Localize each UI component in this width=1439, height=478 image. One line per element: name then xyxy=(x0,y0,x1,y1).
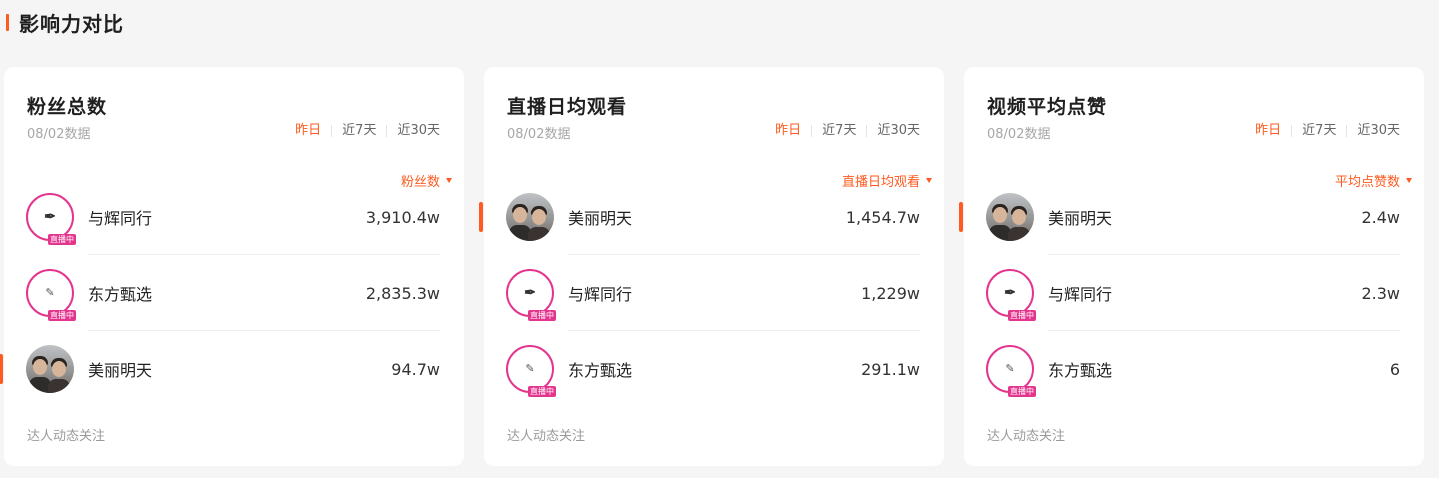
avatar[interactable]: ✒ 直播中 xyxy=(506,269,556,321)
card-title: 视频平均点赞 xyxy=(987,96,1108,118)
rank-row[interactable]: ✎ 直播中 东方甄选 291.1w xyxy=(484,331,944,407)
metric-value: 94.7w xyxy=(391,359,440,379)
comparison-cards: 粉丝总数 08/02数据 昨日 近7天 近30天 粉丝数 ✒ 直播中 与辉同行 3,910.4… xyxy=(0,67,1424,466)
rank-row[interactable]: ✎ 直播中 东方甄选 6 xyxy=(964,331,1424,407)
period-tab[interactable]: 近30天 xyxy=(1347,123,1400,139)
follow-updates-link[interactable]: 达人动态关注 xyxy=(27,425,105,444)
live-badge: 直播中 xyxy=(1008,310,1036,321)
creator-name[interactable]: 美丽明天 xyxy=(88,357,391,381)
metric-value: 3,910.4w xyxy=(365,207,440,227)
rank-row[interactable]: 美丽明天 1,454.7w xyxy=(479,179,944,255)
metric-value: 2.3w xyxy=(1361,283,1400,303)
metric-card: 直播日均观看 08/02数据 昨日 近7天 近30天 直播日均观看 美丽明天 1,454.… xyxy=(479,67,944,466)
avatar-photo xyxy=(506,193,554,241)
avatar[interactable] xyxy=(986,193,1034,241)
creator-name[interactable]: 美丽明天 xyxy=(568,205,846,229)
card-date: 08/02数据 xyxy=(987,127,1051,142)
metric-card: 视频平均点赞 08/02数据 昨日 近7天 近30天 平均点赞数 美丽明天 2.4w ✒ 直播… xyxy=(959,67,1424,466)
period-tab[interactable]: 昨日 xyxy=(285,123,331,139)
rank-list: 美丽明天 1,454.7w ✒ 直播中 与辉同行 1,229w ✎ 直播中 东方甄选 291.1w xyxy=(479,179,944,407)
section-title: 影响力对比 xyxy=(19,11,124,36)
metric-value: 2,835.3w xyxy=(365,283,440,303)
avatar[interactable] xyxy=(506,193,554,241)
metric-value: 1,229w xyxy=(861,283,920,303)
avatar[interactable]: ✒ 直播中 xyxy=(986,269,1036,321)
live-badge: 直播中 xyxy=(1008,386,1036,397)
metric-value: 6 xyxy=(1389,359,1400,379)
live-badge: 直播中 xyxy=(528,386,556,397)
follow-updates-link[interactable]: 达人动态关注 xyxy=(987,425,1065,444)
rank-list: ✒ 直播中 与辉同行 3,910.4w ✎ 直播中 东方甄选 2,835.3w 美丽明天 94.… xyxy=(0,179,464,407)
creator-name[interactable]: 东方甄选 xyxy=(568,357,861,381)
live-badge: 直播中 xyxy=(48,310,76,321)
creator-name[interactable]: 与辉同行 xyxy=(568,281,861,305)
avatar[interactable] xyxy=(26,345,74,393)
period-tab[interactable]: 近30天 xyxy=(387,123,440,139)
period-tab[interactable]: 昨日 xyxy=(765,123,811,139)
rank-row[interactable]: ✒ 直播中 与辉同行 1,229w xyxy=(484,255,944,331)
card-title: 粉丝总数 xyxy=(27,96,108,118)
rank-row[interactable]: 美丽明天 2.4w xyxy=(959,179,1424,255)
rank-list: 美丽明天 2.4w ✒ 直播中 与辉同行 2.3w ✎ 直播中 东方甄选 6 xyxy=(959,179,1424,407)
avatar[interactable]: ✎ 直播中 xyxy=(986,345,1036,397)
highlight-marker xyxy=(479,202,483,232)
avatar-photo xyxy=(986,193,1034,241)
rank-row[interactable]: ✎ 直播中 东方甄选 2,835.3w xyxy=(4,255,464,331)
avatar[interactable]: ✎ 直播中 xyxy=(26,269,76,321)
period-tabs: 昨日 近7天 近30天 xyxy=(285,123,440,139)
rank-row[interactable]: ✒ 直播中 与辉同行 2.3w xyxy=(964,255,1424,331)
period-tab[interactable]: 近7天 xyxy=(812,123,866,139)
highlight-marker xyxy=(959,202,963,232)
creator-name[interactable]: 与辉同行 xyxy=(88,205,366,229)
rank-row[interactable]: ✒ 直播中 与辉同行 3,910.4w xyxy=(4,179,464,255)
metric-card: 粉丝总数 08/02数据 昨日 近7天 近30天 粉丝数 ✒ 直播中 与辉同行 3,910.4… xyxy=(0,67,464,466)
card-title: 直播日均观看 xyxy=(507,96,628,118)
metric-value: 1,454.7w xyxy=(845,207,920,227)
creator-name[interactable]: 与辉同行 xyxy=(1048,281,1361,305)
rank-row[interactable]: 美丽明天 94.7w xyxy=(0,331,464,407)
avatar-photo xyxy=(26,345,74,393)
section-accent-bar xyxy=(6,13,9,31)
avatar[interactable]: ✎ 直播中 xyxy=(506,345,556,397)
section-header: 影响力对比 xyxy=(6,8,124,36)
creator-name[interactable]: 东方甄选 xyxy=(88,281,366,305)
creator-name[interactable]: 东方甄选 xyxy=(1048,357,1390,381)
period-tab[interactable]: 近30天 xyxy=(867,123,920,139)
avatar[interactable]: ✒ 直播中 xyxy=(26,193,76,245)
card-date: 08/02数据 xyxy=(27,127,91,142)
creator-name[interactable]: 美丽明天 xyxy=(1048,205,1361,229)
period-tab[interactable]: 近7天 xyxy=(332,123,386,139)
live-badge: 直播中 xyxy=(48,234,76,245)
metric-value: 291.1w xyxy=(861,359,920,379)
metric-value: 2.4w xyxy=(1361,207,1400,227)
period-tab[interactable]: 昨日 xyxy=(1245,123,1291,139)
highlight-marker xyxy=(0,354,3,384)
period-tab[interactable]: 近7天 xyxy=(1292,123,1346,139)
card-date: 08/02数据 xyxy=(507,127,571,142)
live-badge: 直播中 xyxy=(528,310,556,321)
follow-updates-link[interactable]: 达人动态关注 xyxy=(507,425,585,444)
period-tabs: 昨日 近7天 近30天 xyxy=(1245,123,1400,139)
period-tabs: 昨日 近7天 近30天 xyxy=(765,123,920,139)
